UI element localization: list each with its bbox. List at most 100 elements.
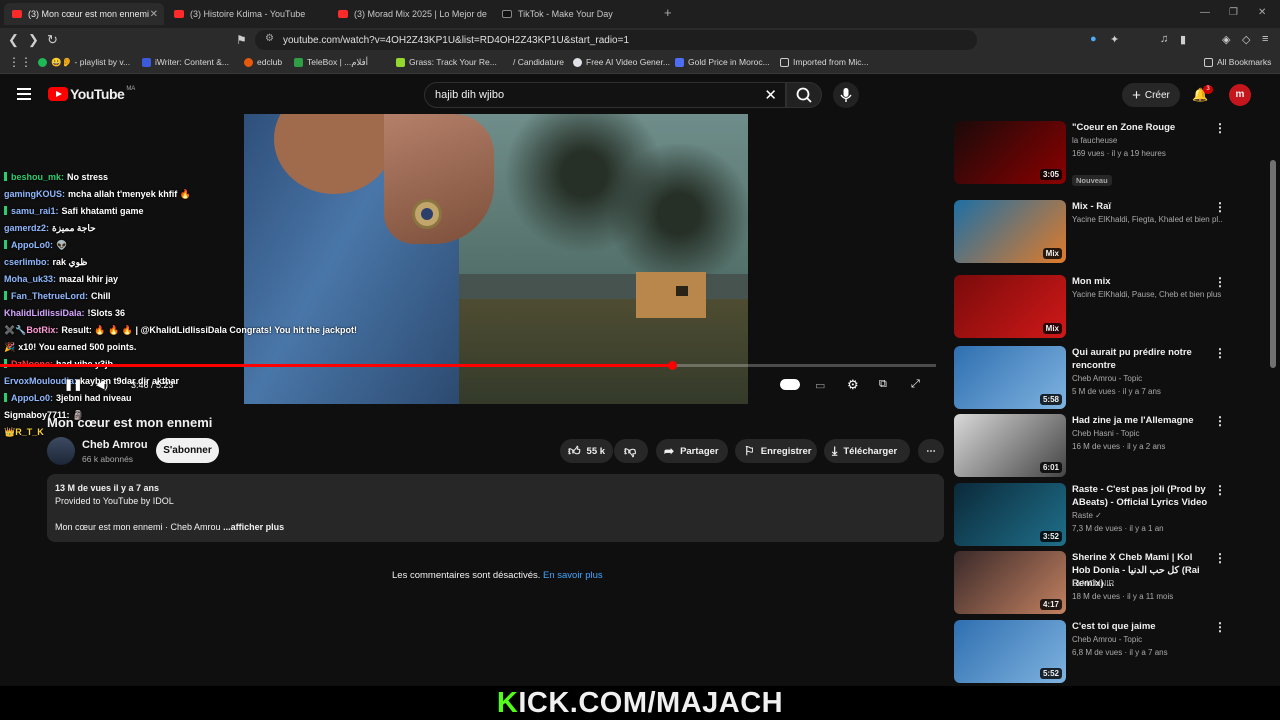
chat-username[interactable]: AppoLo0: [11,240,53,250]
chat-username[interactable]: Moha_uk33: [4,274,56,284]
download-button[interactable]: ⤓ Télécharger [824,439,910,463]
chat-username[interactable]: AppoLo0: [11,393,53,403]
channel-label[interactable]: Cheb Hasni - Topic [1072,428,1222,440]
bookmark-item[interactable]: edclub [244,57,282,67]
recommended-video[interactable]: Mix Mix - Raï Yacine ElKhaldi, Fiegta, Kha… [954,200,1230,264]
chat-username[interactable]: beshou_mk: [11,172,64,182]
url-field[interactable]: ⚙ youtube.com/watch?v=4OH2Z43KP1U&list=R… [255,30,977,50]
pause-icon[interactable]: ❚❚ [64,378,82,391]
video-thumbnail[interactable]: Mix [954,200,1066,263]
close-window-icon[interactable]: ✕ [1258,7,1266,18]
video-thumbnail[interactable]: 4:17 [954,551,1066,614]
video-thumbnail[interactable]: 5:52 [954,620,1066,683]
recommended-video[interactable]: 3:05 "Coeur en Zone Rouge la faucheuse 169 … [954,121,1230,186]
scrubber-handle[interactable] [668,361,678,370]
back-icon[interactable]: ❮ [8,32,19,48]
bookmark-item[interactable]: Gold Price in Moroc... [675,57,770,67]
chat-username[interactable]: samu_rai1: [11,206,59,216]
recommended-title[interactable]: "Coeur en Zone Rouge [1072,121,1212,134]
channel-label[interactable]: la faucheuse [1072,135,1222,147]
show-more-link[interactable]: ...afficher plus [223,522,284,532]
bookmark-item[interactable]: / Candidature [500,57,564,67]
browser-tab-active[interactable]: (3) Mon cœur est mon ennemi ✕ [4,3,164,25]
search-button[interactable] [786,82,822,108]
recommended-video[interactable]: 6:01 Had zine ja me l'Allemagne Cheb Hasni… [954,414,1230,478]
more-vertical-icon[interactable]: ⋮ [1214,414,1226,428]
browser-tab[interactable]: TikTok - Make Your Day [494,3,654,25]
new-tab-button[interactable]: + [664,5,672,20]
close-tab-icon[interactable]: ✕ [150,9,158,20]
bookmark-item[interactable]: Grass: Track Your Re... [396,57,497,67]
channel-label[interactable]: Raste ✓ [1072,510,1222,522]
media-icon[interactable]: ♫ [1160,33,1168,45]
menu-icon[interactable]: ≡ [1262,33,1268,45]
chat-username[interactable]: ✖️🔧BotRix: [4,325,58,335]
minimize-icon[interactable]: — [1200,7,1210,18]
more-vertical-icon[interactable]: ⋮ [1214,620,1226,634]
like-button[interactable]: 👍︎ 55 k [560,439,613,463]
all-bookmarks[interactable]: All Bookmarks [1204,57,1271,67]
chat-username[interactable]: Fan_ThetrueLord: [11,291,88,301]
maximize-icon[interactable]: ❐ [1229,7,1238,18]
bookmark-item[interactable]: Imported from Mic... [780,57,869,67]
recommended-title[interactable]: Had zine ja me l'Allemagne [1072,414,1212,427]
video-thumbnail[interactable]: 3:05 [954,121,1066,184]
video-thumbnail[interactable]: 6:01 [954,414,1066,477]
more-actions-button[interactable]: ⋯ [918,439,944,463]
voice-search-button[interactable] [833,82,859,108]
site-info-icon[interactable]: ⚙ [265,33,274,44]
channel-label[interactable]: Yacine ElKhaldi, Pause, Cheb et bien plu… [1072,289,1222,301]
recommended-title[interactable]: Mix - Raï [1072,200,1212,213]
create-button[interactable]: + Créer [1122,83,1180,107]
recommended-video[interactable]: 5:58 Qui aurait pu prédire notre rencontr… [954,346,1230,410]
sidebar-icon[interactable]: ▮ [1180,33,1186,46]
apps-grid-icon[interactable]: ⋮⋮ [8,55,32,69]
recommended-title[interactable]: Qui aurait pu prédire notre rencontre [1072,346,1212,372]
channel-label[interactable]: Yacine ElKhaldi, Fiegta, Khaled et bien … [1072,214,1222,226]
volume-icon[interactable]: ◀) [96,378,108,391]
recommended-title[interactable]: C'est toi que jaime [1072,620,1212,633]
miniplayer-icon[interactable]: ⧉ [879,378,887,391]
description-box[interactable]: 13 M de vues il y a 7 ans Provided to Yo… [47,474,944,542]
fullscreen-icon[interactable]: ⤢ [911,378,920,391]
channel-avatar[interactable] [47,437,75,465]
account-avatar[interactable]: m [1229,84,1251,106]
channel-label[interactable]: Cheb Amrou - Topic [1072,373,1222,385]
bookmark-item[interactable]: TeleBox | ...أفلام [294,57,368,68]
vpn-icon[interactable]: ◇ [1242,33,1250,46]
learn-more-link[interactable]: En savoir plus [543,570,603,581]
recommended-video[interactable]: Mix Mon mix Yacine ElKhaldi, Pause, Cheb e… [954,275,1230,339]
more-vertical-icon[interactable]: ⋮ [1214,275,1226,289]
recommended-video[interactable]: 4:17 Sherine X Cheb Mami | Kol Hob Donia … [954,551,1230,615]
recommended-title[interactable]: Raste - C'est pas joli (Prod by ABeats) … [1072,483,1212,509]
bookmark-page-icon[interactable]: ⚑ [236,32,247,48]
bookmark-item[interactable]: Free AI Video Gener... [573,57,670,67]
wallet-icon[interactable]: ◈ [1222,33,1230,46]
channel-label[interactable]: Cheb Amrou - Topic [1072,634,1222,646]
more-vertical-icon[interactable]: ⋮ [1214,483,1226,497]
clear-search-icon[interactable]: ✕ [764,86,777,104]
recommended-video[interactable]: 3:52 Raste - C'est pas joli (Prod by ABea… [954,483,1230,547]
chat-username[interactable]: KhalidLidlissiDala: [4,308,85,318]
autoplay-toggle[interactable] [780,379,800,390]
chat-username[interactable]: gamingKOUS: [4,189,65,199]
page-scrollbar[interactable] [1270,160,1276,368]
channel-name[interactable]: Cheb Amrou [82,439,148,451]
video-thumbnail[interactable]: 5:58 [954,346,1066,409]
subtitles-icon[interactable]: ▭ [815,379,825,392]
bookmark-item[interactable]: 😀👂 - playlist by v... [38,57,130,68]
dislike-button[interactable]: 👎︎ [614,439,648,463]
more-vertical-icon[interactable]: ⋮ [1214,551,1226,565]
more-vertical-icon[interactable]: ⋮ [1214,121,1226,135]
search-input[interactable]: hajib dih wjibo ✕ [424,82,786,108]
video-thumbnail[interactable]: Mix [954,275,1066,338]
video-thumbnail[interactable]: 3:52 [954,483,1066,546]
browser-tab[interactable]: (3) Histoire Kdima - YouTube [166,3,326,25]
subscribe-button[interactable]: S'abonner [156,438,219,463]
youtube-logo[interactable]: YouTube MA [48,86,135,102]
more-vertical-icon[interactable]: ⋮ [1214,346,1226,360]
forward-icon[interactable]: ❯ [28,32,39,48]
recommended-video[interactable]: 5:52 C'est toi que jaime Cheb Amrou - Topi… [954,620,1230,684]
puzzle-icon[interactable]: ✦ [1110,33,1119,46]
chat-username[interactable]: 🎉 [4,342,15,352]
